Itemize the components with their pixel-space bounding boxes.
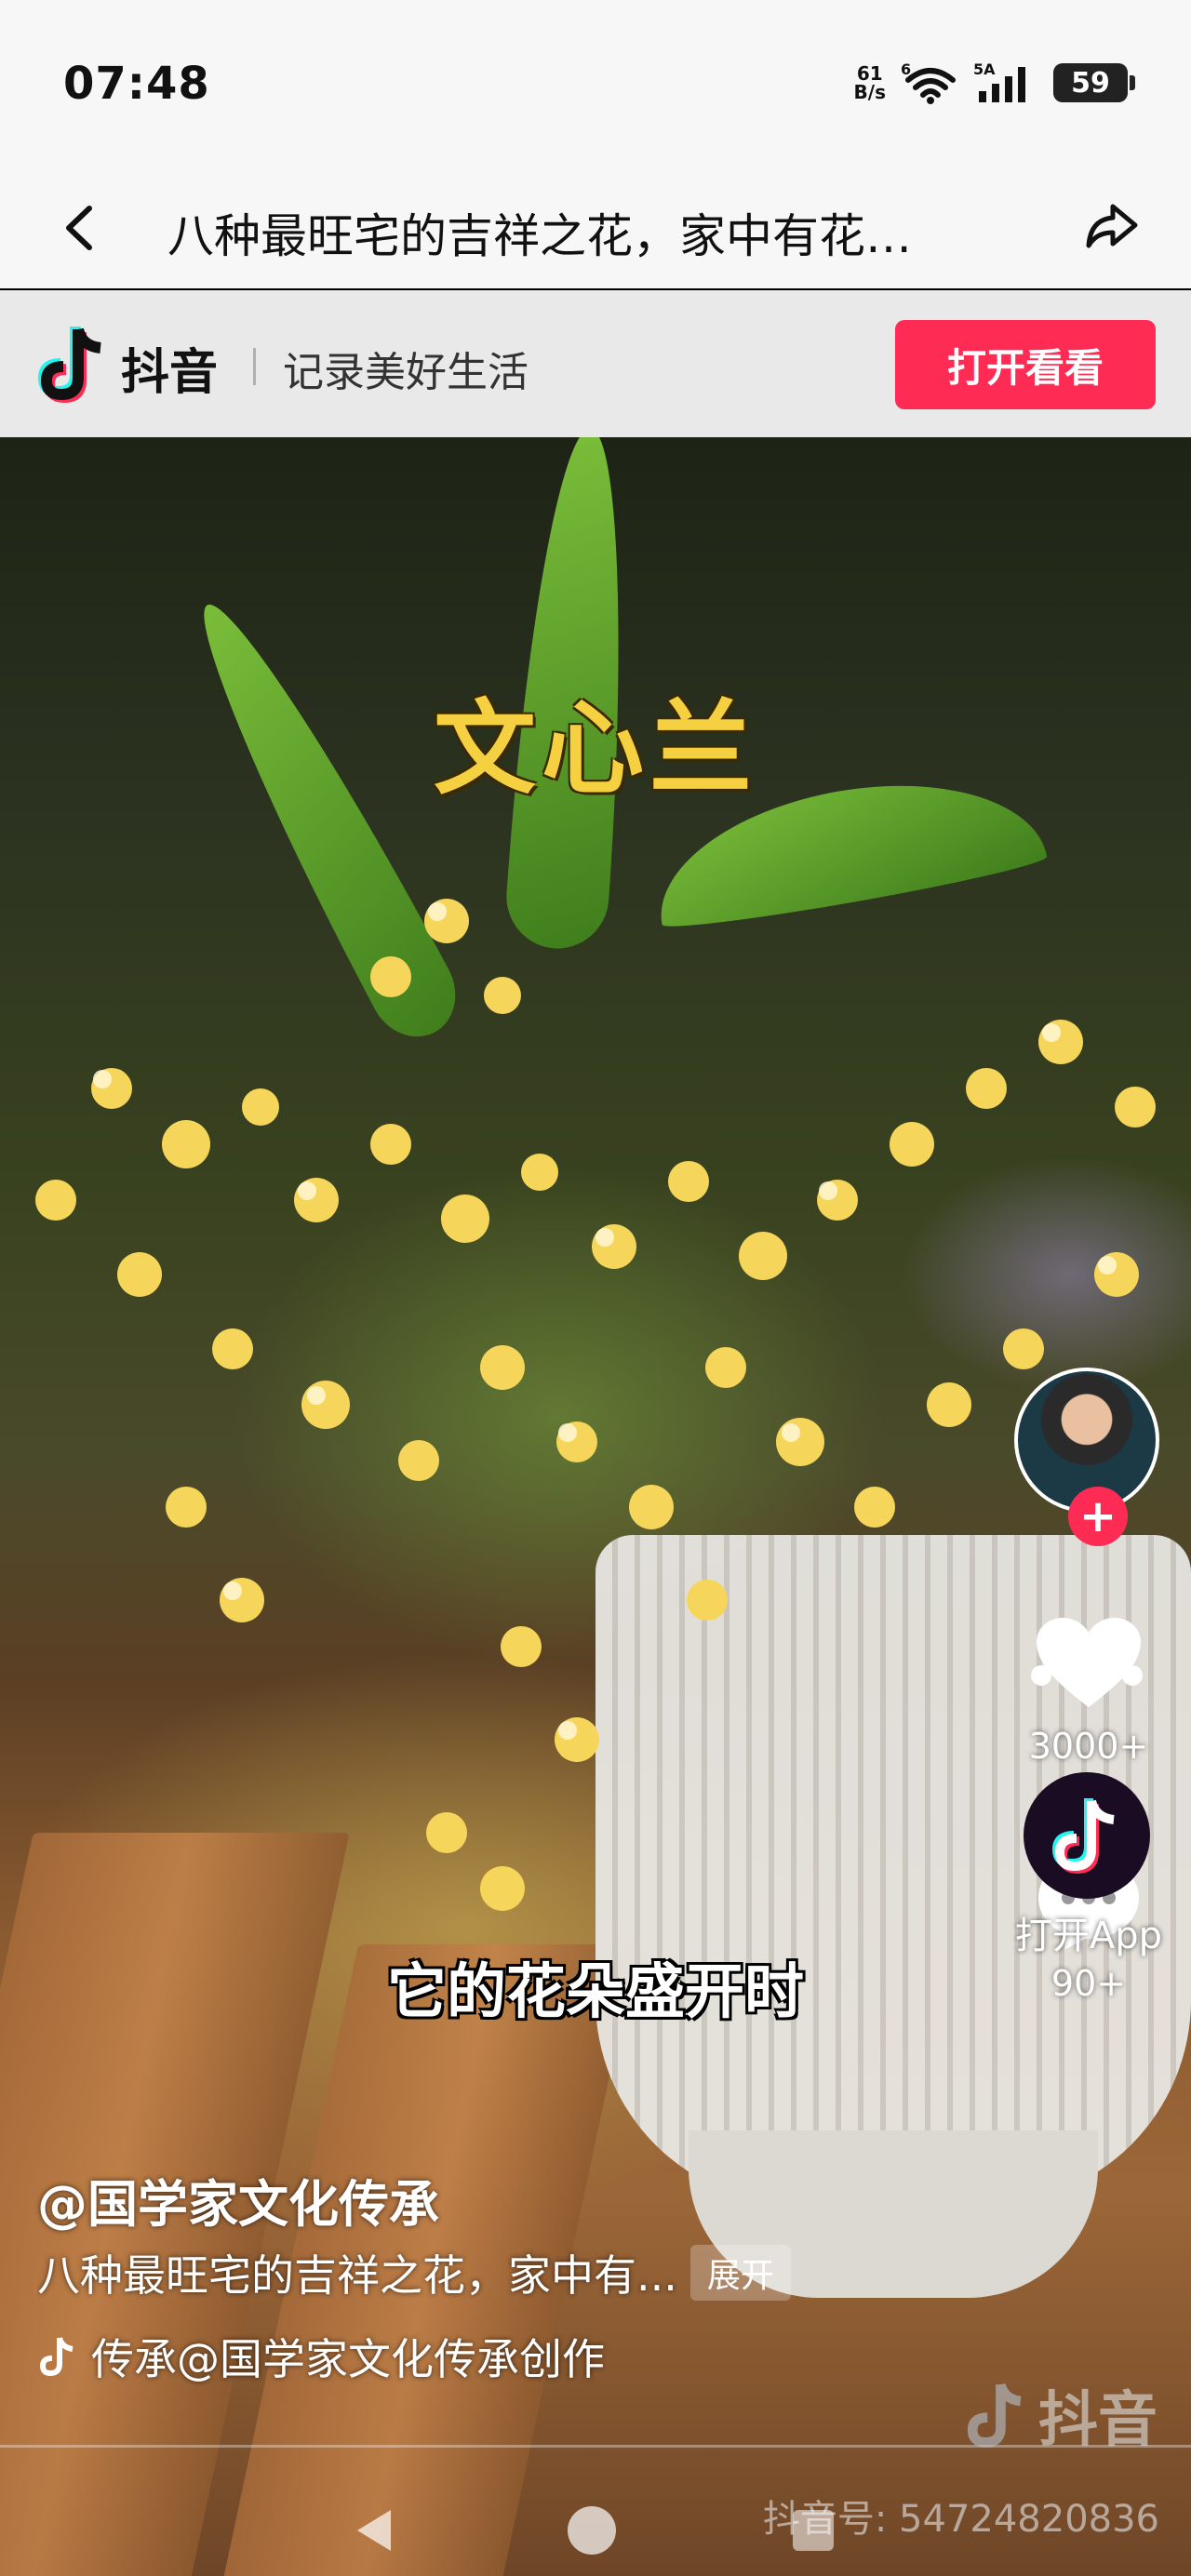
open-app-label[interactable]: 打开App — [996, 1905, 1182, 1959]
more-options-icon[interactable] — [1031, 1665, 1143, 1702]
status-icons: 61 B/s 6 5A 59 — [854, 61, 1135, 104]
more-dot — [1031, 1665, 1051, 1686]
music-row[interactable]: 传承@国学家文化传承创作 — [37, 2326, 605, 2387]
video-overlay-title: 文心兰 — [434, 689, 757, 808]
status-bar: 07:48 61 B/s 6 5A 59 — [0, 0, 1191, 167]
follow-button[interactable]: + — [1068, 1487, 1128, 1546]
nav-back-icon[interactable] — [357, 2510, 391, 2551]
watermark-logo-icon — [967, 2382, 1022, 2448]
nav-recents-icon[interactable] — [793, 2510, 834, 2551]
title-bar: 八种最旺宅的吉祥之花，家中有花… — [0, 167, 1191, 288]
page-title: 八种最旺宅的吉祥之花，家中有花… — [167, 209, 912, 263]
music-credit: 传承@国学家文化传承创作 — [91, 2334, 605, 2384]
music-note-icon — [39, 2337, 74, 2377]
status-time: 07:48 — [63, 58, 210, 110]
nav-home-icon[interactable] — [568, 2506, 616, 2555]
description-row: 八种最旺宅的吉祥之花，家中有... 展开 — [37, 2242, 791, 2303]
banner-divider — [253, 348, 256, 385]
network-speed-unit: B/s — [853, 81, 886, 103]
douyin-logo-icon — [37, 327, 101, 404]
expand-button[interactable]: 展开 — [689, 2245, 791, 2301]
wifi-icon: 6 — [901, 61, 956, 104]
like-count: 3000+ — [1028, 1726, 1149, 1767]
network-speed-value: 61 — [856, 62, 883, 85]
battery-indicator: 59 — [1053, 63, 1135, 102]
douyin-app-banner: 抖音 记录美好生活 打开看看 — [0, 290, 1191, 437]
douyin-note-icon — [1051, 1798, 1115, 1875]
network-speed: 61 B/s — [854, 64, 886, 101]
open-app-button[interactable]: 打开看看 — [895, 320, 1156, 409]
cell-badge: 5A — [973, 61, 996, 78]
back-arrow-icon[interactable] — [52, 195, 108, 260]
system-nav-bar — [0, 2493, 1191, 2568]
more-dot — [1077, 1665, 1097, 1686]
comment-count: 90+ — [1050, 1963, 1127, 2004]
open-app-icon[interactable] — [1024, 1772, 1150, 1899]
banner-brand: 抖音 — [121, 345, 219, 401]
share-icon[interactable] — [1079, 194, 1144, 259]
watermark-brand: 抖音 — [964, 2372, 1158, 2458]
creator-avatar-group[interactable]: + — [1014, 1368, 1163, 1554]
cellular-signal-icon: 5A — [973, 61, 1025, 102]
banner-slogan: 记录美好生活 — [283, 349, 529, 396]
video-description: 八种最旺宅的吉祥之花，家中有... — [37, 2250, 677, 2301]
watermark-brand-text: 抖音 — [1038, 2386, 1158, 2455]
more-dot — [1122, 1665, 1143, 1686]
author-name[interactable]: @国学家文化传承 — [37, 2163, 439, 2236]
